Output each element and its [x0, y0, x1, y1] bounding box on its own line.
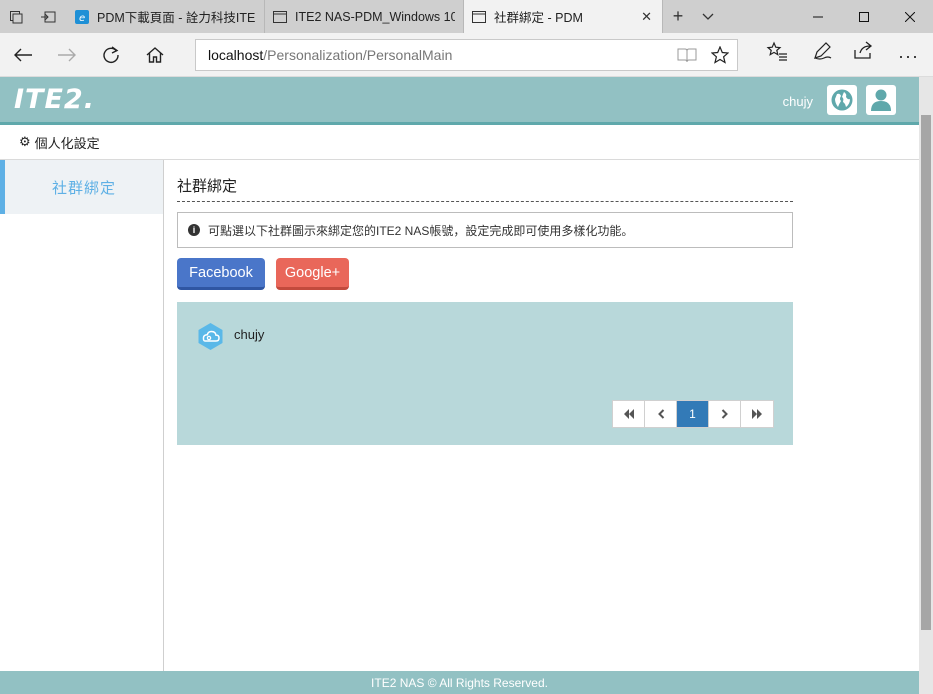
gear-icon: ⚙	[19, 134, 31, 149]
user-profile-button[interactable]	[866, 85, 896, 115]
breadcrumb-label[interactable]: 個人化設定	[35, 133, 100, 152]
page-title: 社群綁定	[177, 178, 238, 195]
info-alert: i 可點選以下社群圖示來綁定您的ITE2 NAS帳號，設定完成即可使用多樣化功能…	[177, 212, 793, 248]
web-note-pen-icon[interactable]	[812, 41, 832, 61]
facebook-bind-button[interactable]: Facebook	[177, 258, 265, 290]
tab-ite2-nas[interactable]: ITE2 NAS-PDM_Windows 10	[265, 0, 464, 33]
cloud-icon	[196, 322, 225, 351]
browser-tab-bar: e PDM下載頁面 - 詮力科技ITE ITE2 NAS-PDM_Windows…	[0, 0, 933, 33]
edge-icon: e	[75, 9, 89, 24]
next-page-button[interactable]	[709, 401, 741, 427]
page-icon	[472, 10, 486, 24]
reading-view-icon[interactable]	[677, 47, 697, 66]
address-field[interactable]: localhost/Personalization/PersonalMain	[195, 39, 738, 71]
footer-copyright: ITE2 NAS © All Rights Reserved.	[371, 675, 548, 690]
tab-pdm-download[interactable]: e PDM下載頁面 - 詮力科技ITE	[67, 0, 265, 33]
home-icon[interactable]	[140, 41, 170, 69]
bound-account-name: chujy	[234, 327, 265, 342]
minimize-icon[interactable]	[795, 0, 841, 33]
tab-manager-icon[interactable]	[0, 0, 32, 33]
scrollbar-thumb[interactable]	[921, 115, 931, 630]
tab-social-binding[interactable]: 社群綁定 - PDM ✕	[464, 0, 663, 33]
title-divider	[177, 201, 793, 202]
refresh-icon[interactable]	[96, 41, 126, 69]
maximize-icon[interactable]	[841, 0, 887, 33]
breadcrumb: ⚙ 個人化設定	[0, 125, 919, 160]
more-icon[interactable]: ···	[898, 46, 919, 67]
info-icon: i	[188, 224, 200, 236]
tab-title: 社群綁定 - PDM	[494, 11, 583, 25]
prev-page-button[interactable]	[645, 401, 677, 427]
app-header: ITE2. chujy	[0, 77, 919, 125]
double-chevron-right-icon	[752, 409, 762, 419]
sidebar-item-social-binding[interactable]: 社群綁定	[0, 160, 163, 214]
browser-toolbar: localhost/Personalization/PersonalMain ·…	[0, 33, 933, 77]
tab-title: PDM下載頁面 - 詮力科技ITE	[97, 11, 256, 25]
chevron-down-icon[interactable]	[693, 0, 723, 33]
globe-icon	[831, 89, 853, 111]
chevron-left-icon	[657, 409, 664, 419]
header-username: chujy	[782, 94, 813, 109]
user-icon	[871, 89, 891, 111]
close-tab-icon[interactable]: ✕	[641, 9, 652, 25]
chevron-right-icon	[721, 409, 728, 419]
google-plus-bind-button[interactable]: Google+	[276, 258, 349, 290]
first-page-button[interactable]	[613, 401, 645, 427]
close-window-icon[interactable]	[887, 0, 933, 33]
sidebar: 社群綁定	[0, 160, 164, 671]
footer: ITE2 NAS © All Rights Reserved.	[0, 671, 919, 694]
share-icon[interactable]	[854, 41, 874, 59]
url-path: /Personalization/PersonalMain	[263, 47, 453, 63]
double-chevron-left-icon	[623, 409, 634, 419]
pagination: 1	[612, 400, 774, 428]
ite2-logo[interactable]: ITE2.	[14, 84, 95, 115]
last-page-button[interactable]	[741, 401, 773, 427]
favorites-hub-icon[interactable]	[766, 41, 788, 61]
back-arrow-icon[interactable]	[8, 41, 38, 69]
set-tabs-aside-icon[interactable]	[32, 0, 64, 33]
globe-language-button[interactable]	[827, 85, 857, 115]
tab-title: ITE2 NAS-PDM_Windows 10	[295, 9, 455, 24]
forward-arrow-icon[interactable]	[52, 41, 82, 69]
new-tab-icon[interactable]: +	[663, 0, 693, 33]
svg-text:e: e	[79, 13, 85, 24]
page-number-button[interactable]: 1	[677, 401, 709, 427]
page-scrollbar[interactable]	[919, 77, 933, 694]
favorite-star-icon[interactable]	[710, 45, 730, 67]
url-host: localhost	[208, 47, 264, 63]
info-text: 可點選以下社群圖示來綁定您的ITE2 NAS帳號，設定完成即可使用多樣化功能。	[208, 223, 634, 238]
page-icon	[273, 10, 287, 24]
